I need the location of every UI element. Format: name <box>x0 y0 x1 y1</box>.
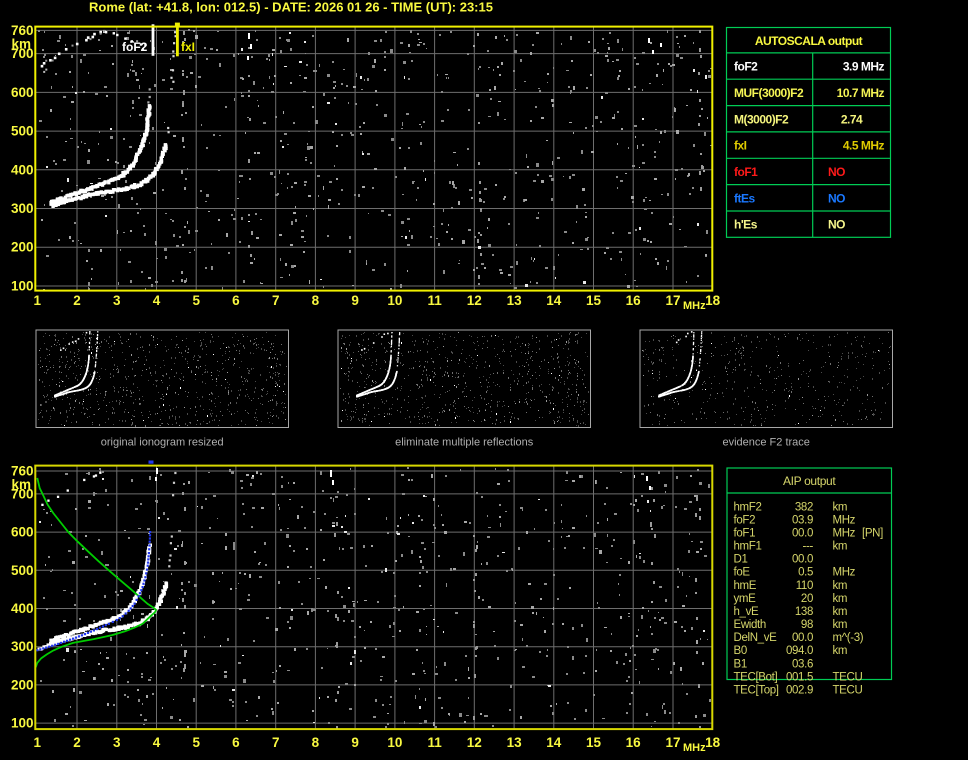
svg-text:2: 2 <box>73 293 81 308</box>
svg-text:600: 600 <box>11 85 34 100</box>
svg-text:NO: NO <box>828 218 845 232</box>
svg-text:500: 500 <box>11 124 34 139</box>
svg-text:14: 14 <box>546 293 562 308</box>
svg-text:Rome (lat: +41.8, lon: 012.5): Rome (lat: +41.8, lon: 012.5) - DATE: 20… <box>89 0 493 15</box>
svg-text:foF2: foF2 <box>734 60 758 74</box>
svg-text:300: 300 <box>11 201 34 216</box>
svg-text:foF2: foF2 <box>122 40 148 54</box>
svg-text:9: 9 <box>351 293 359 308</box>
svg-text:eliminate multiple reflections: eliminate multiple reflections <box>395 437 534 449</box>
svg-text:MHz: MHz <box>683 300 706 312</box>
svg-text:fxI: fxI <box>734 139 747 153</box>
svg-text:2.74: 2.74 <box>841 112 863 126</box>
svg-text:100: 100 <box>11 279 34 294</box>
svg-text:evidence F2 trace: evidence F2 trace <box>722 437 809 449</box>
svg-text:6: 6 <box>232 293 240 308</box>
svg-text:8: 8 <box>312 293 320 308</box>
svg-text:AUTOSCALA output: AUTOSCALA output <box>755 34 863 48</box>
svg-text:16: 16 <box>626 293 642 308</box>
svg-text:12: 12 <box>467 293 482 308</box>
svg-text:3.9 MHz: 3.9 MHz <box>843 60 885 74</box>
svg-text:10: 10 <box>387 293 402 308</box>
svg-text:200: 200 <box>11 240 34 255</box>
svg-text:MUF(3000)F2: MUF(3000)F2 <box>734 86 804 100</box>
svg-text:M(3000)F2: M(3000)F2 <box>734 112 789 126</box>
svg-text:10.7 MHz: 10.7 MHz <box>837 86 885 100</box>
svg-text:NO: NO <box>828 191 845 205</box>
svg-text:original ionogram resized: original ionogram resized <box>101 437 224 449</box>
svg-text:13: 13 <box>507 293 523 308</box>
svg-text:NO: NO <box>828 165 845 179</box>
svg-text:fxI: fxI <box>181 40 195 54</box>
svg-text:17: 17 <box>665 293 680 308</box>
svg-text:5: 5 <box>192 293 200 308</box>
svg-text:400: 400 <box>11 162 34 177</box>
svg-text:15: 15 <box>586 293 602 308</box>
svg-text:18: 18 <box>705 293 721 308</box>
svg-text:4.5 MHz: 4.5 MHz <box>843 139 885 153</box>
svg-text:11: 11 <box>427 293 442 308</box>
svg-text:foF1: foF1 <box>734 165 758 179</box>
svg-text:3: 3 <box>113 293 121 308</box>
svg-text:km: km <box>11 36 31 51</box>
svg-text:ftEs: ftEs <box>734 191 755 205</box>
svg-text:7: 7 <box>272 293 280 308</box>
svg-text:1: 1 <box>34 293 42 308</box>
svg-text:4: 4 <box>153 293 161 308</box>
svg-text:h'Es: h'Es <box>734 218 758 232</box>
